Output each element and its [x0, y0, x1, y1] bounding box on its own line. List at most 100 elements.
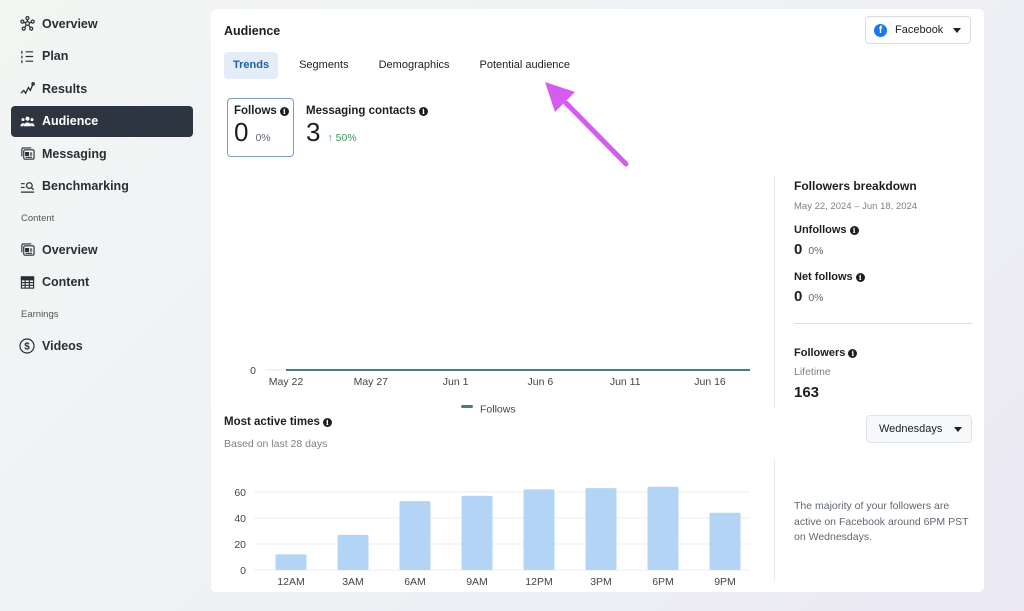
- followers-label-row: Followers i: [794, 347, 972, 359]
- legend-label-follows: Follows: [480, 404, 516, 415]
- bar-3am: [337, 534, 369, 570]
- followers-sub: Lifetime: [794, 366, 831, 378]
- tab-potential-audience[interactable]: Potential audience: [471, 52, 580, 79]
- tab-bar: Trends Segments Demographics Potential a…: [224, 52, 591, 79]
- net-follows-value-row: 0 0%: [794, 288, 972, 305]
- sidebar-item-audience[interactable]: Audience: [11, 105, 193, 137]
- list-icon: [19, 48, 35, 64]
- net-follows-label-row: Net follows i: [794, 271, 972, 283]
- platform-select[interactable]: f Facebook: [865, 16, 971, 44]
- unfollows-block: Unfollows i 0 0%: [794, 224, 972, 258]
- svg-text:$: $: [24, 341, 30, 352]
- sidebar-item-content-overview[interactable]: Overview: [11, 234, 193, 265]
- bar-9am: [461, 495, 493, 570]
- net-follows-block: Net follows i 0 0%: [794, 271, 972, 305]
- x-tick-label: Jun 6: [528, 376, 554, 388]
- arrow-up-icon: ↑: [327, 132, 333, 144]
- x-tick-label: Jun 1: [443, 376, 469, 388]
- benchmark-search-icon: [19, 178, 35, 194]
- message-cards-icon: [19, 242, 35, 258]
- day-select[interactable]: Wednesdays: [866, 415, 972, 443]
- metric-follows-label-row: Follows i: [234, 105, 293, 117]
- bar-12am: [275, 554, 307, 570]
- table-icon: [19, 274, 35, 290]
- divider: [774, 459, 775, 581]
- info-icon[interactable]: i: [418, 106, 428, 116]
- y-tick-label: 0: [240, 565, 246, 577]
- section-label-content: Content: [21, 213, 55, 224]
- sidebar-item-label: Audience: [42, 114, 99, 128]
- section-label-earnings: Earnings: [21, 309, 59, 320]
- tab-demographics[interactable]: Demographics: [370, 52, 459, 79]
- sidebar-item-content[interactable]: Content: [11, 267, 193, 298]
- metric-messaging-contacts[interactable]: Messaging contacts i 3 ↑ 50%: [306, 98, 486, 157]
- bar-3pm: [585, 488, 617, 570]
- followers-breakdown: Followers breakdown May 22, 2024 – Jun 1…: [794, 179, 972, 401]
- most-active-times-label: Most active times: [224, 416, 320, 428]
- network-icon: [19, 16, 35, 32]
- sidebar-item-benchmarking[interactable]: Benchmarking: [11, 171, 193, 202]
- tab-segments[interactable]: Segments: [290, 52, 358, 79]
- breakdown-date-range: May 22, 2024 – Jun 18, 2024: [794, 201, 918, 212]
- trend-line-icon: [19, 81, 35, 97]
- x-tick-label: Jun 16: [694, 376, 726, 388]
- sidebar-item-label: Messaging: [42, 146, 107, 161]
- metric-follows-value: 0: [234, 117, 249, 147]
- metric-follows-value-row: 0 0%: [234, 117, 293, 148]
- info-icon[interactable]: i: [279, 106, 289, 116]
- most-active-times-title: Most active times i: [224, 416, 332, 428]
- y-tick-label: 40: [234, 513, 246, 525]
- metric-follows-change: 0%: [255, 132, 271, 144]
- unfollows-change: 0%: [808, 245, 824, 257]
- bar-6am: [399, 501, 431, 570]
- followers-block: Followers i Lifetime 163: [794, 347, 972, 401]
- unfollows-label: Unfollows: [794, 224, 847, 236]
- sidebar-item-plan[interactable]: Plan: [11, 41, 193, 72]
- metric-follows[interactable]: Follows i 0 0%: [227, 98, 294, 157]
- sidebar-item-messaging[interactable]: Messaging: [11, 138, 193, 169]
- page-title: Audience: [224, 24, 281, 38]
- metric-messaging-label-row: Messaging contacts i: [306, 105, 486, 117]
- sidebar-item-label: Results: [42, 81, 88, 96]
- divider: [794, 323, 972, 324]
- bar-9pm: [709, 512, 741, 570]
- active-times-insight: The majority of your followers are activ…: [794, 500, 969, 543]
- sidebar-item-label: Videos: [42, 338, 83, 353]
- legend-swatch-follows: [461, 405, 473, 408]
- sidebar-item-videos[interactable]: $ Videos: [11, 330, 193, 361]
- x-tick-label: 3PM: [590, 576, 612, 586]
- metric-messaging-change: ↑ 50%: [327, 132, 356, 144]
- sidebar-item-results[interactable]: Results: [11, 73, 193, 104]
- x-tick-label: 12AM: [277, 576, 304, 586]
- sidebar-item-label: Benchmarking: [42, 179, 129, 193]
- x-tick-label: 6AM: [404, 576, 426, 586]
- x-tick-label: 9PM: [714, 576, 736, 586]
- platform-select-value: Facebook: [895, 24, 944, 36]
- day-select-value: Wednesdays: [879, 423, 943, 435]
- sidebar-item-label: Overview: [42, 16, 98, 31]
- followers-label: Followers: [794, 347, 846, 359]
- message-cards-icon: [19, 146, 35, 162]
- net-follows-label: Net follows: [794, 271, 853, 283]
- bar-12pm: [523, 489, 555, 570]
- people-icon: [19, 113, 35, 129]
- caret-down-icon: [954, 426, 962, 432]
- y-tick-label: 60: [234, 487, 246, 499]
- info-icon[interactable]: i: [322, 417, 332, 427]
- active-times-bar-chart: 0 20 40 60 12AM 3AM 6AM 9AM 12PM 3PM 6PM 9PM: [234, 486, 750, 586]
- metric-messaging-value: 3: [306, 117, 321, 147]
- followers-total: 163: [794, 384, 820, 401]
- info-icon[interactable]: i: [848, 348, 858, 358]
- net-follows-change: 0%: [808, 292, 824, 304]
- unfollows-value: 0: [794, 241, 803, 258]
- x-tick-label: 6PM: [652, 576, 674, 586]
- sidebar-item-overview[interactable]: Overview: [11, 8, 193, 39]
- tab-trends[interactable]: Trends: [224, 52, 279, 79]
- x-tick-label: 12PM: [525, 576, 552, 586]
- info-icon[interactable]: i: [849, 225, 859, 235]
- caret-down-icon: [953, 27, 961, 33]
- unfollows-label-row: Unfollows i: [794, 224, 972, 236]
- dollar-icon: $: [19, 337, 35, 354]
- metric-messaging-value-row: 3 ↑ 50%: [306, 117, 486, 148]
- info-icon[interactable]: i: [855, 272, 865, 282]
